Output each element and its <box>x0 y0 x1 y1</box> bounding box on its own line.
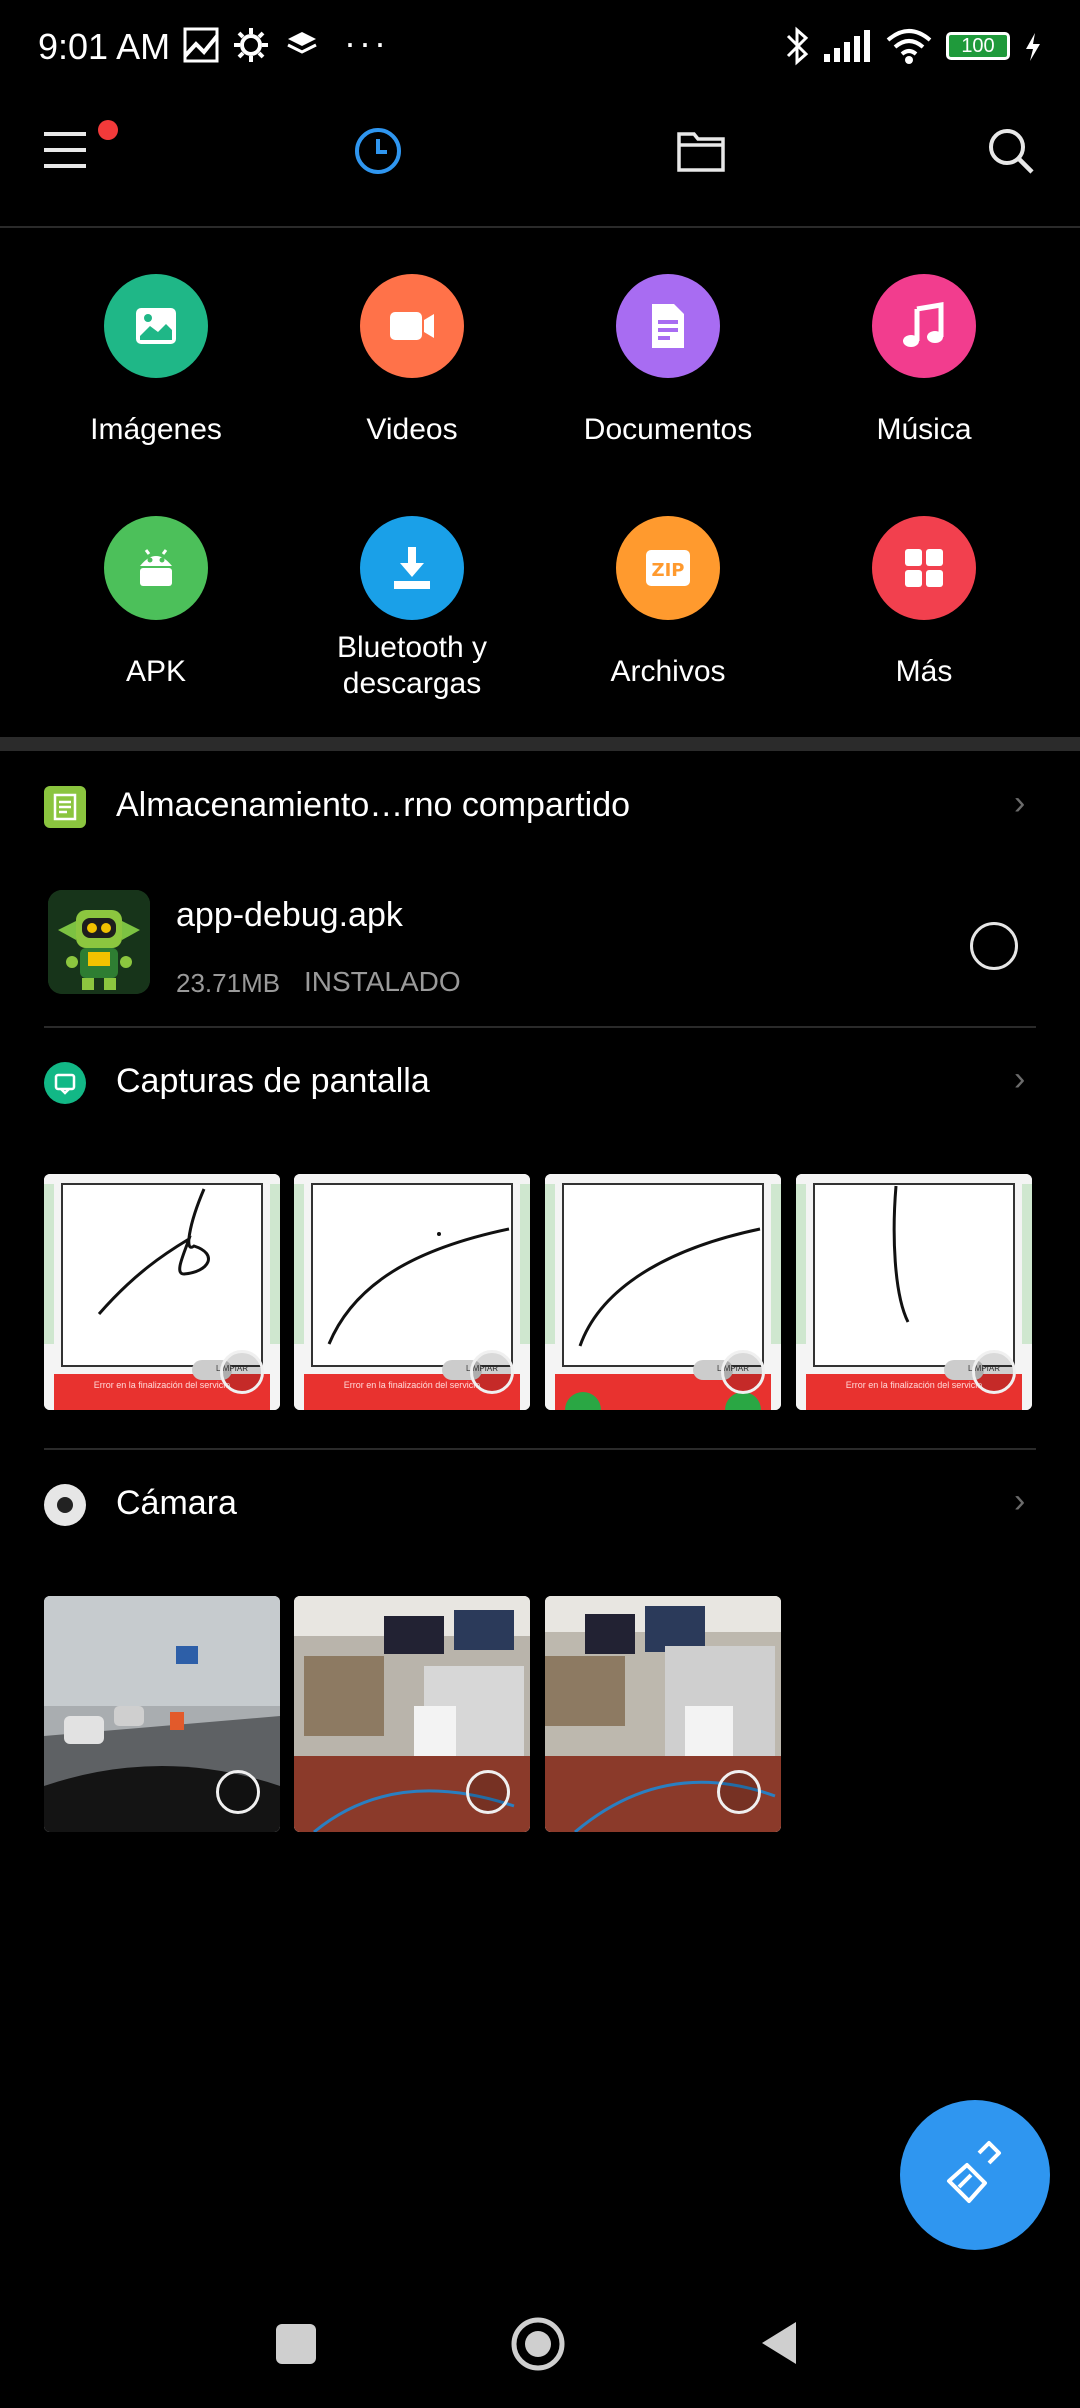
battery-icon: 100 <box>946 32 1010 60</box>
charging-icon <box>1024 32 1042 67</box>
battery-level: 100 <box>961 34 995 57</box>
menu-button[interactable] <box>40 120 118 177</box>
select-checkbox[interactable] <box>972 1350 1016 1394</box>
category-more[interactable]: Más <box>796 516 1052 690</box>
chevron-right-icon: › <box>1014 784 1026 822</box>
camera-section-title: Cámara <box>116 1484 237 1522</box>
folder-icon <box>677 132 725 172</box>
clean-button[interactable] <box>900 2100 1050 2250</box>
select-checkbox[interactable] <box>220 1350 264 1394</box>
camera-section-header[interactable]: Cámara › <box>44 1482 1044 1530</box>
status-time: 9:01 AM <box>38 26 171 67</box>
broom-icon <box>947 2141 1001 2203</box>
category-videos[interactable]: Videos <box>284 274 540 448</box>
screenshots-section-header[interactable]: Capturas de pantalla › <box>44 1060 1044 1108</box>
list-divider <box>44 1448 1036 1450</box>
select-checkbox[interactable] <box>717 1770 761 1814</box>
notification-dot <box>98 120 118 140</box>
file-list-item[interactable]: app-debug.apk 23.71MB INSTALADO <box>44 888 1044 1006</box>
category-apk[interactable]: APK <box>28 516 284 690</box>
chevron-right-icon: › <box>1014 1482 1026 1520</box>
camera-icon <box>44 1484 86 1526</box>
home-button[interactable] <box>510 2316 566 2377</box>
document-icon <box>616 274 720 378</box>
layers-notification-icon <box>284 26 320 67</box>
download-icon <box>360 516 464 620</box>
category-music[interactable]: Música <box>796 274 1052 448</box>
menu-icon <box>44 132 86 168</box>
section-separator <box>0 737 1080 751</box>
back-button[interactable] <box>756 2318 802 2373</box>
video-icon <box>360 274 464 378</box>
select-checkbox[interactable] <box>470 1350 514 1394</box>
category-label: Más <box>895 655 953 688</box>
category-label: Bluetooth y descargas <box>336 631 488 700</box>
file-name: app-debug.apk <box>176 896 403 934</box>
category-bluetooth-downloads[interactable]: Bluetooth y descargas <box>284 516 540 702</box>
back-triangle-icon <box>762 2322 796 2364</box>
category-documents[interactable]: Documentos <box>540 274 796 448</box>
chevron-right-icon: › <box>1014 1060 1026 1098</box>
recent-clock-icon <box>355 128 401 174</box>
more-notifications-icon: ··· <box>344 22 389 63</box>
screenshot-thumbnail[interactable]: Error en la finalización del servicio LI… <box>44 1174 280 1410</box>
files-tab[interactable] <box>676 128 726 179</box>
select-checkbox[interactable] <box>721 1350 765 1394</box>
screenshot-icon <box>44 1062 86 1104</box>
category-label: Música <box>876 413 972 446</box>
image-icon <box>104 274 208 378</box>
screenshot-thumbnail[interactable]: Error en la finalización del servicio LI… <box>796 1174 1032 1410</box>
settings-notification-icon <box>232 26 270 69</box>
storage-section-header[interactable]: Almacenamiento…rno compartido › <box>44 784 1044 830</box>
wifi-icon <box>884 26 934 71</box>
category-images[interactable]: Imágenes <box>28 274 284 448</box>
zip-icon: ZIP <box>616 516 720 620</box>
category-label: Documentos <box>583 413 753 446</box>
file-size: 23.71MB <box>176 968 281 998</box>
category-label: Imágenes <box>90 413 222 446</box>
select-checkbox[interactable] <box>970 922 1018 970</box>
app-thumbnail-icon <box>48 890 150 994</box>
music-icon <box>872 274 976 378</box>
category-archives[interactable]: ZIP Archivos <box>540 516 796 690</box>
camera-photo-thumbnail[interactable] <box>294 1596 530 1832</box>
recent-tab[interactable] <box>353 126 403 181</box>
gallery-notification-icon <box>182 26 220 69</box>
android-icon <box>104 516 208 620</box>
camera-photo-thumbnail[interactable] <box>44 1596 280 1832</box>
bluetooth-icon <box>784 26 812 71</box>
storage-document-icon <box>44 786 86 828</box>
search-icon <box>989 129 1034 174</box>
file-status: INSTALADO <box>304 966 461 997</box>
category-label: APK <box>125 655 187 688</box>
search-button[interactable] <box>986 126 1036 181</box>
category-label: Archivos <box>610 655 726 688</box>
screenshot-thumbnail[interactable]: LIMPIAR <box>545 1174 781 1410</box>
list-divider <box>44 1026 1036 1028</box>
screenshots-section-title: Capturas de pantalla <box>116 1062 430 1100</box>
storage-section-title: Almacenamiento…rno compartido <box>116 786 631 824</box>
recent-apps-button[interactable] <box>276 2324 316 2364</box>
screenshot-thumbnail[interactable]: Error en la finalización del servicio LI… <box>294 1174 530 1410</box>
select-checkbox[interactable] <box>216 1770 260 1814</box>
camera-photo-thumbnail[interactable] <box>545 1596 781 1832</box>
category-label: Videos <box>366 413 458 446</box>
select-checkbox[interactable] <box>466 1770 510 1814</box>
grid-icon <box>872 516 976 620</box>
cellular-signal-icon <box>822 26 874 71</box>
top-bar-divider <box>0 226 1080 228</box>
svg-text:ZIP: ZIP <box>652 560 685 581</box>
home-circle-icon <box>511 2317 565 2371</box>
